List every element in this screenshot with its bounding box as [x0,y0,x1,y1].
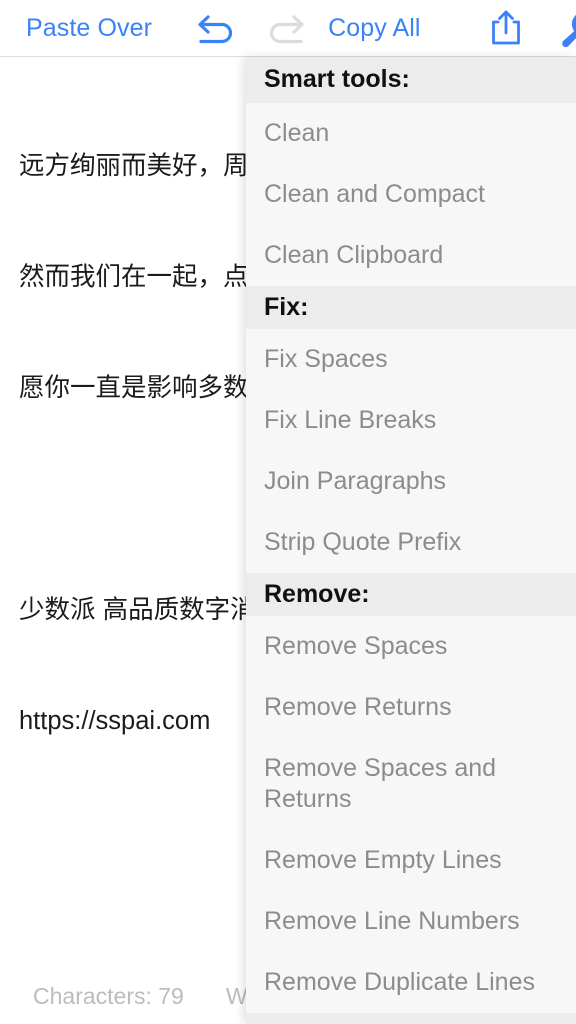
undo-button[interactable] [196,0,238,56]
menu-section-header: Fix: [246,286,576,329]
menu-section-header: Trim: [246,1013,576,1024]
redo-arrow-icon [264,11,306,45]
menu-item[interactable]: Clean and Compact [246,164,576,225]
paste-over-button[interactable]: Paste Over [26,0,152,56]
copy-all-label: Copy All [328,13,421,42]
menu-item[interactable]: Fix Spaces [246,329,576,390]
redo-button[interactable] [264,0,306,56]
menu-section-header: Remove: [246,573,576,616]
app-root: Paste Over Copy All 远方绚丽而美好，周 然而我们在一起，点 … [0,0,576,1024]
menu-item[interactable]: Clean Clipboard [246,225,576,286]
paste-over-label: Paste Over [26,13,153,42]
menu-item[interactable]: Remove Spaces [246,616,576,677]
menu-item[interactable]: Strip Quote Prefix [246,512,576,573]
toolbar: Paste Over Copy All [0,0,576,57]
menu-item[interactable]: Remove Line Numbers [246,891,576,952]
smart-tools-menu-list[interactable]: Smart tools: Clean Clean and Compact Clean … [246,57,576,1024]
character-count: Characters: 79 [33,982,184,1009]
undo-arrow-icon [196,11,238,45]
menu-item[interactable]: Join Paragraphs [246,451,576,512]
smart-tools-button[interactable] [557,0,576,56]
menu-item[interactable]: Remove Duplicate Lines [246,952,576,1013]
menu-item[interactable]: Fix Line Breaks [246,390,576,451]
share-button[interactable] [489,0,523,56]
menu-item[interactable]: Remove Empty Lines [246,830,576,891]
wrench-icon [557,8,576,48]
menu-item[interactable]: Remove Returns [246,677,576,738]
menu-section-header: Smart tools: [246,57,576,103]
share-icon [489,8,523,48]
menu-item[interactable]: Remove Spaces and Returns [246,738,576,830]
smart-tools-menu[interactable]: Smart tools: Clean Clean and Compact Clean … [246,57,576,1024]
copy-all-button[interactable]: Copy All [328,0,421,56]
menu-item[interactable]: Clean [246,103,576,164]
